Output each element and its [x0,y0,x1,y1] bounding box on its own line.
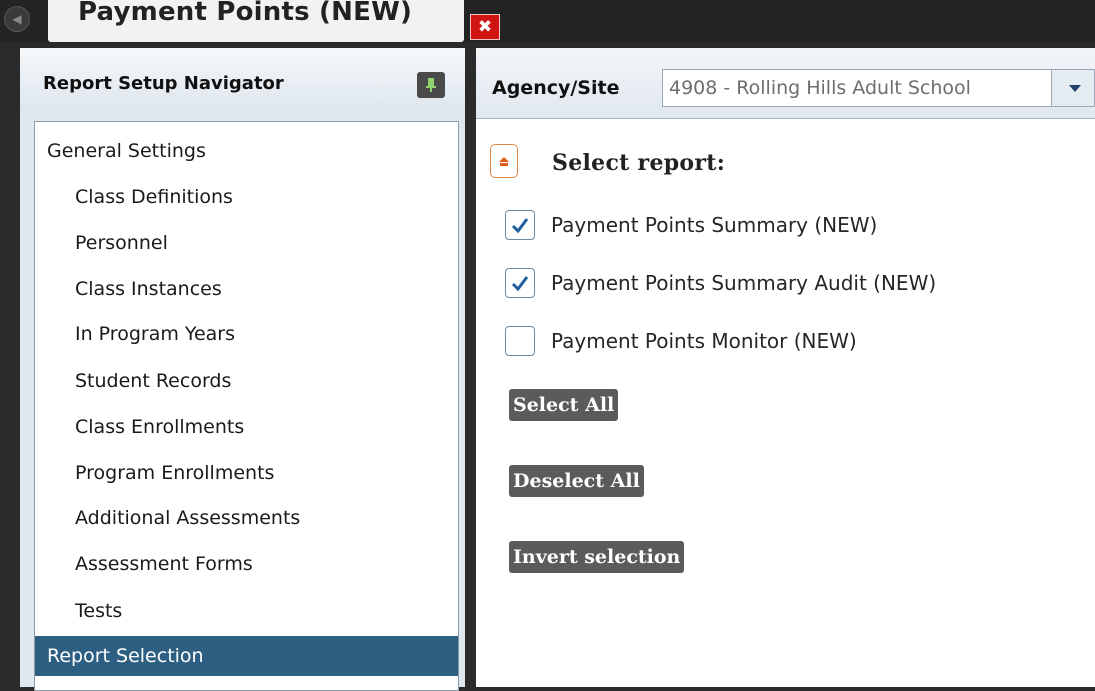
select-all-button[interactable]: Select All [509,389,619,421]
navigator-item[interactable]: General Settings [35,131,458,171]
tab-payment-points[interactable]: Payment Points (NEW) [48,0,464,42]
invert-selection-button[interactable]: Invert selection [509,541,685,573]
back-arrow-icon: ◀ [12,12,22,26]
navigator-item[interactable]: Tests [35,591,458,631]
close-tab-button[interactable]: ✖ [470,14,500,40]
report-checkbox[interactable] [505,326,535,356]
tab-scroll-left-button[interactable]: ◀ [4,6,30,32]
report-checkbox-label[interactable]: Payment Points Summary Audit (NEW) [551,271,936,295]
document-tab-strip: ◀ Payment Points (NEW) ✖ [0,0,1095,42]
agency-site-select[interactable]: 4908 - Rolling Hills Adult School [662,69,1095,107]
navigator-item[interactable]: Additional Assessments [35,498,458,538]
deselect-all-button[interactable]: Deselect All [509,465,644,497]
collapse-up-icon [499,157,509,166]
navigator-header: Report Setup Navigator [20,48,465,112]
report-checkbox[interactable] [505,210,535,240]
pin-button[interactable] [417,72,445,98]
navigator-title: Report Setup Navigator [43,73,284,94]
navigator-item[interactable]: Class Instances [35,269,458,309]
navigator-item[interactable]: Report Selection [35,636,458,676]
chevron-down-icon [1068,84,1081,92]
section-title: Select report: [552,150,726,176]
collapse-section-button[interactable] [490,144,518,178]
report-setup-panel: Agency/Site 4908 - Rolling Hills Adult S… [476,48,1095,687]
report-checkbox-label[interactable]: Payment Points Monitor (NEW) [551,329,857,353]
navigator-item[interactable]: Personnel [35,223,458,263]
navigator-item[interactable]: Class Enrollments [35,407,458,447]
navigator-item[interactable]: In Program Years [35,314,458,354]
report-setup-navigator: Report Setup Navigator General Settings C… [20,48,465,691]
report-checkbox[interactable] [505,268,535,298]
report-checkbox-label[interactable]: Payment Points Summary (NEW) [551,213,877,237]
navigator-list: General Settings Class Definitions Personn… [34,121,459,691]
navigator-item[interactable]: Student Records [35,361,458,401]
agency-site-value: 4908 - Rolling Hills Adult School [669,77,971,99]
checkmark-icon [511,218,529,234]
checkmark-icon [511,276,529,292]
navigator-item[interactable]: Program Enrollments [35,453,458,493]
close-icon: ✖ [477,17,493,37]
tab-title: Payment Points (NEW) [78,0,413,27]
pin-icon [426,78,436,92]
navigator-item[interactable]: Assessment Forms [35,544,458,584]
navigator-item[interactable]: Class Definitions [35,177,458,217]
agency-dropdown-button[interactable] [1051,70,1094,106]
agency-toolbar: Agency/Site 4908 - Rolling Hills Adult S… [476,48,1095,119]
agency-site-label: Agency/Site [492,77,620,99]
